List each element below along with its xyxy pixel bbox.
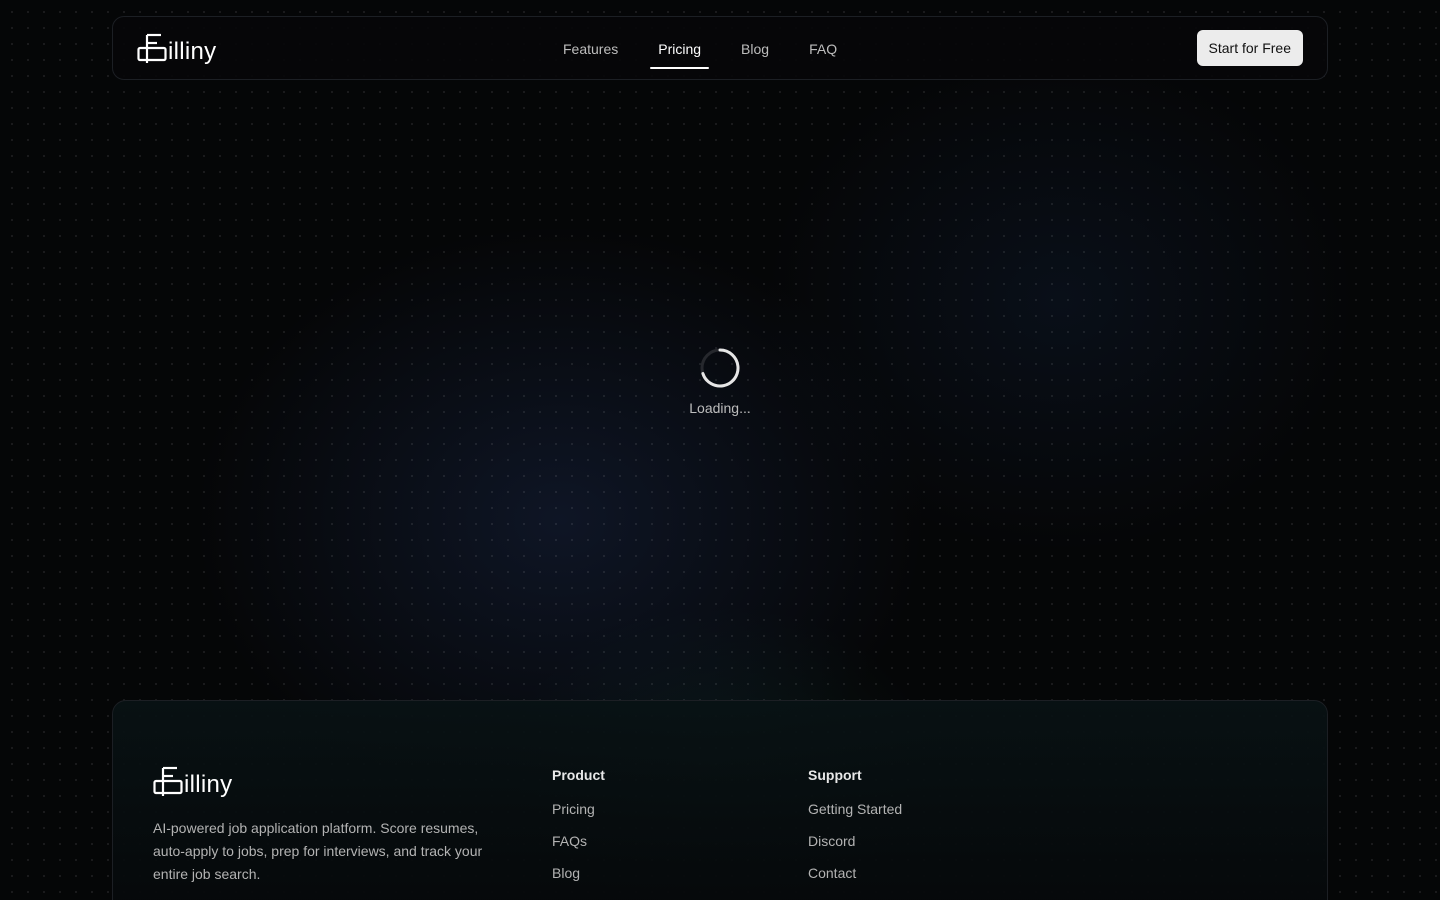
logo-icon — [137, 33, 167, 63]
footer-product-title: Product — [552, 767, 605, 783]
footer-link-contact[interactable]: Contact — [808, 865, 902, 897]
top-nav: illiny Features Pricing Blog FAQ Start f… — [112, 16, 1328, 80]
nav-link-pricing[interactable]: Pricing — [650, 31, 709, 69]
nav-link-faq[interactable]: FAQ — [801, 31, 845, 67]
footer: illiny AI-powered job application platfo… — [112, 700, 1328, 900]
footer-link-getting-started[interactable]: Getting Started — [808, 801, 902, 833]
spinner-icon — [700, 348, 740, 388]
footer-description: AI-powered job application platform. Sco… — [153, 820, 483, 882]
logo[interactable]: illiny — [137, 31, 216, 65]
footer-link-faqs[interactable]: FAQs — [552, 833, 605, 865]
footer-support-title: Support — [808, 767, 862, 783]
nav-links: Features Pricing Blog FAQ — [555, 17, 869, 81]
nav-link-blog[interactable]: Blog — [733, 31, 777, 67]
loading-state: Loading... — [620, 346, 820, 426]
logo-icon — [153, 766, 183, 796]
nav-link-features[interactable]: Features — [555, 31, 626, 67]
footer-logo[interactable]: illiny — [153, 764, 232, 798]
logo-text: illiny — [168, 38, 217, 65]
start-for-free-button[interactable]: Start for Free — [1196, 30, 1303, 66]
footer-link-blog[interactable]: Blog — [552, 865, 605, 897]
footer-link-pricing[interactable]: Pricing — [552, 801, 605, 833]
loading-text: Loading... — [689, 400, 751, 416]
footer-product-column: Product Pricing FAQs Blog — [552, 767, 605, 897]
footer-support-column: Support Getting Started Discord Contact — [808, 767, 902, 897]
footer-link-discord[interactable]: Discord — [808, 833, 902, 865]
footer-logo-text: illiny — [184, 771, 233, 798]
